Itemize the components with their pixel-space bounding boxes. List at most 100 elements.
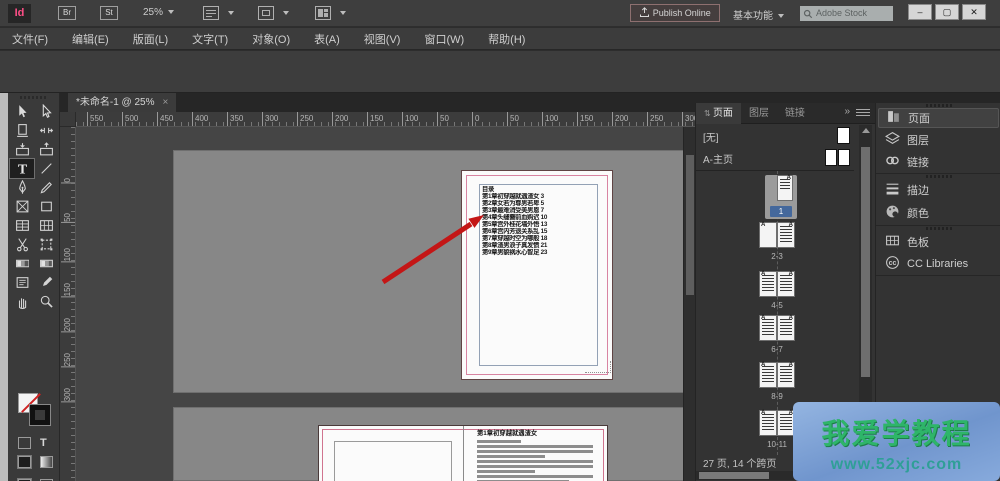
frame-tool[interactable]: [10, 197, 34, 216]
adobe-stock-search-input[interactable]: Adobe Stock: [800, 6, 893, 21]
menu-item-4[interactable]: 对象(O): [252, 31, 290, 47]
apply-color-icon[interactable]: [18, 456, 31, 468]
h-ruler-tick: 450: [157, 112, 173, 127]
screen-mode-icon[interactable]: [203, 6, 219, 20]
menu-item-0[interactable]: 文件(F): [12, 31, 48, 47]
thumbnail-lines: [762, 275, 774, 293]
horizontal-grid-tool[interactable]: [10, 216, 34, 235]
scissors-tool[interactable]: [10, 235, 34, 254]
type-tool[interactable]: T: [10, 159, 34, 178]
page-thumbnail-left-8-9[interactable]: A: [759, 362, 777, 388]
panel-grip[interactable]: [926, 175, 952, 178]
page-thumbnail-right-8-9[interactable]: A: [777, 362, 795, 388]
stock-button[interactable]: St: [100, 6, 118, 20]
gradient-feather-tool[interactable]: [34, 254, 58, 273]
dock-item-stroke[interactable]: 描边: [878, 180, 999, 200]
zoom-level-dropdown[interactable]: 25%: [143, 7, 174, 18]
horizontal-ruler[interactable]: 5505004504003503002502001501005005010015…: [76, 112, 695, 127]
h-ruler-tick: 250: [297, 112, 313, 127]
pencil-tool[interactable]: [34, 178, 58, 197]
divider: [876, 173, 1000, 174]
direct-selection-tool[interactable]: [34, 102, 58, 121]
tab-pages[interactable]: ⇅ 页面: [696, 103, 741, 124]
page-thumbnail-1[interactable]: A: [777, 175, 793, 201]
content-collector-tool[interactable]: [10, 140, 34, 159]
menu-item-7[interactable]: 窗口(W): [424, 31, 464, 47]
master-none-row[interactable]: [无]: [696, 125, 854, 146]
formatting-affects-text-icon[interactable]: T: [40, 437, 47, 449]
page-thumbnail-left-2-3[interactable]: A: [759, 222, 777, 248]
menu-item-5[interactable]: 表(A): [314, 31, 340, 47]
free-transform-tool[interactable]: [34, 235, 58, 254]
ruler-origin-box[interactable]: [60, 112, 76, 127]
v-ruler-tick: 250: [61, 352, 76, 367]
vertical-ruler[interactable]: 050100150200250300: [60, 127, 76, 481]
dock-item-pages[interactable]: 页面: [878, 108, 999, 128]
document-canvas[interactable]: 目录第1章初穿越就遇渣女 3第2章女若为尊男若卑 5第3章最难消受美男恩 7第4…: [76, 127, 683, 481]
close-tab-icon[interactable]: ×: [163, 97, 169, 108]
master-a-row[interactable]: A-主页: [696, 147, 854, 168]
chevron-down-icon[interactable]: [228, 11, 234, 15]
chevron-down-icon[interactable]: [340, 11, 346, 15]
gradient-tool[interactable]: [10, 254, 34, 273]
document-tab[interactable]: *未命名-1 @ 25%×: [68, 93, 176, 112]
panel-grip[interactable]: [926, 227, 952, 230]
minimize-button[interactable]: –: [908, 4, 932, 20]
bridge-button[interactable]: Br: [58, 6, 76, 20]
menu-item-1[interactable]: 编辑(E): [72, 31, 109, 47]
note-tool[interactable]: [10, 273, 34, 292]
h-ruler-tick: 100: [402, 112, 418, 127]
scrollbar-thumb[interactable]: [686, 155, 694, 295]
dock-item-layers[interactable]: 图层: [878, 130, 999, 150]
maximize-button[interactable]: ▢: [935, 4, 959, 20]
menu-item-3[interactable]: 文字(T): [192, 31, 228, 47]
dock-item-cc-libraries[interactable]: ccCC Libraries: [878, 254, 999, 274]
zoom-tool[interactable]: [34, 292, 58, 311]
dock-item-color[interactable]: 颜色: [878, 203, 999, 223]
dock-item-swatches[interactable]: 色板: [878, 232, 999, 252]
publish-online-button[interactable]: Publish Online: [630, 4, 720, 22]
chevron-down-icon[interactable]: [283, 11, 289, 15]
line-tool[interactable]: [34, 159, 58, 178]
menu-item-8[interactable]: 帮助(H): [488, 31, 525, 47]
page-thumbnail-left-6-7[interactable]: A: [759, 315, 777, 341]
hand-tool[interactable]: [10, 292, 34, 311]
page-thumbnail-right-2-3[interactable]: A: [777, 222, 795, 248]
spread-label-2-3: 2-3: [757, 252, 797, 261]
view-options-icon[interactable]: [258, 6, 274, 20]
content-placer-tool[interactable]: [34, 140, 58, 159]
workspace-switcher[interactable]: 基本功能: [733, 7, 784, 22]
panel-grip[interactable]: [20, 96, 48, 99]
thumbnail-lines: [780, 226, 792, 244]
stroke-swatch[interactable]: [30, 405, 50, 425]
apply-gradient-icon[interactable]: [40, 456, 53, 468]
h-ruler-tick: 300: [682, 112, 695, 127]
menu-item-2[interactable]: 版面(L): [133, 31, 168, 47]
panel-menu-icon[interactable]: [856, 109, 870, 118]
menu-item-6[interactable]: 视图(V): [364, 31, 401, 47]
panel-grip[interactable]: [926, 104, 952, 107]
dock-item-links[interactable]: 链接: [878, 152, 999, 172]
pen-tool[interactable]: [10, 178, 34, 197]
vertical-grid-tool[interactable]: [34, 216, 58, 235]
tab-links[interactable]: 链接: [777, 103, 813, 124]
page-thumbnail-left-4-5[interactable]: A: [759, 271, 777, 297]
master-letter: A: [761, 410, 765, 416]
canvas-scrollbar[interactable]: [683, 127, 695, 481]
scrollbar-thumb[interactable]: [861, 147, 870, 377]
selection-tool[interactable]: [10, 102, 34, 121]
page-tool[interactable]: [10, 121, 34, 140]
eyedropper-tool[interactable]: [34, 273, 58, 292]
scroll-up-icon[interactable]: [862, 128, 870, 133]
page-thumbnail-left-10-11[interactable]: A: [759, 410, 777, 436]
scrollbar-thumb[interactable]: [699, 472, 769, 479]
tab-layers[interactable]: 图层: [741, 103, 777, 124]
close-button[interactable]: ✕: [962, 4, 986, 20]
gap-tool[interactable]: [34, 121, 58, 140]
rectangle-tool[interactable]: [34, 197, 58, 216]
panel-expand-icon[interactable]: »: [844, 106, 850, 117]
page-thumbnail-right-6-7[interactable]: A: [777, 315, 795, 341]
arrange-documents-icon[interactable]: [315, 6, 331, 20]
formatting-affects-container-icon[interactable]: [18, 437, 31, 449]
page-thumbnail-right-4-5[interactable]: A: [777, 271, 795, 297]
